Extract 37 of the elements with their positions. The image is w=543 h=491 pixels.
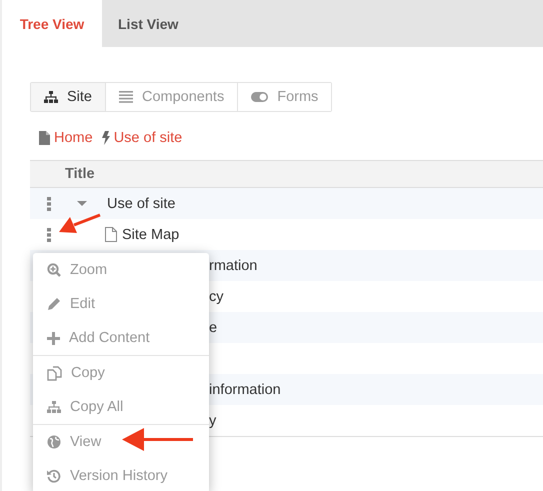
tab[interactable]: List View xyxy=(102,0,194,47)
file-icon xyxy=(39,131,50,145)
menu-item[interactable]: Version History xyxy=(33,459,209,491)
zoom-in-icon xyxy=(47,263,61,277)
menu-item[interactable]: Edit xyxy=(33,287,209,321)
tab[interactable]: Tree View xyxy=(2,0,102,47)
sitemap-icon xyxy=(44,91,58,103)
toggle-icon xyxy=(251,92,268,102)
tree-item[interactable]: e xyxy=(209,320,218,336)
drag-handle-icon[interactable] xyxy=(47,196,51,210)
file-icon xyxy=(105,227,117,242)
segment-tab[interactable]: Site xyxy=(31,83,106,111)
menu-item[interactable]: Copy xyxy=(33,356,209,390)
list-icon xyxy=(119,91,133,103)
drag-handle-icon[interactable] xyxy=(47,228,51,242)
globe-icon xyxy=(47,435,61,449)
plus-icon xyxy=(47,332,60,344)
tree-item[interactable]: Site Map xyxy=(122,226,180,242)
tree-item[interactable]: y xyxy=(209,412,216,428)
tree-item[interactable]: cy xyxy=(209,288,224,304)
menu-item[interactable]: View xyxy=(33,425,209,459)
menu-item[interactable]: Zoom xyxy=(33,253,209,287)
tree-item[interactable]: information xyxy=(209,382,281,398)
sitemap-icon xyxy=(47,401,61,413)
breadcrumb-link[interactable]: Home xyxy=(39,130,93,146)
arrow xyxy=(122,428,194,451)
breadcrumb-link[interactable]: Use of site xyxy=(102,130,182,146)
bolt-icon xyxy=(102,131,110,145)
tree-item[interactable]: Use of site xyxy=(107,196,176,212)
column-header: Title xyxy=(65,166,95,182)
menu-item[interactable]: Add Content xyxy=(33,321,209,355)
copy-icon xyxy=(47,366,62,380)
caret-icon[interactable] xyxy=(77,200,87,206)
history-icon xyxy=(47,469,61,483)
tree-item[interactable]: rmation xyxy=(209,258,258,274)
menu-item[interactable]: Copy All xyxy=(33,390,209,424)
arrow xyxy=(59,213,101,236)
